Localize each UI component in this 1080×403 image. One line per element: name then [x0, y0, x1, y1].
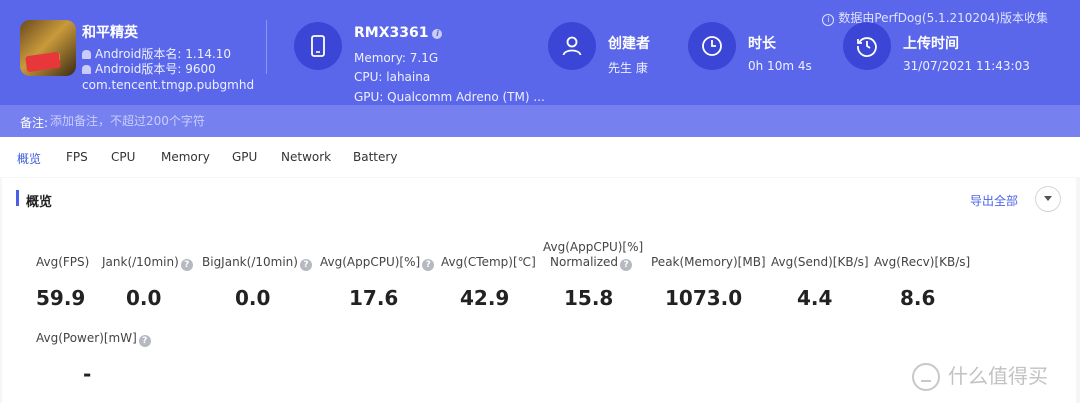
tab-overview[interactable]: 概览 — [17, 150, 41, 167]
metric-label-avg-fps: Avg(FPS) — [36, 255, 90, 269]
metric-value-avg-recv: 8.6 — [900, 286, 936, 310]
android-icon — [82, 50, 91, 59]
metric-value-peak-memory: 1073.0 — [665, 286, 743, 310]
metric-value-avg-fps: 59.9 — [36, 286, 86, 310]
device-memory: Memory: 7.1G — [354, 51, 439, 65]
collapse-button[interactable] — [1035, 186, 1061, 212]
metric-value-avg-send: 4.4 — [797, 286, 833, 310]
metric-label-avg-ctemp: Avg(CTemp)[℃] — [441, 255, 536, 269]
metric-value-normalized: 15.8 — [564, 286, 614, 310]
metric-value-avg-appcpu: 17.6 — [349, 286, 399, 310]
overview-title: 概览 — [26, 195, 53, 210]
metric-label-avg-appcpu: Avg(AppCPU)[%]? — [320, 255, 435, 271]
metric-label-bigjank: BigJank(/10min)? — [202, 255, 312, 271]
metric-value-jank: 0.0 — [126, 286, 162, 310]
clock-icon — [688, 22, 736, 70]
metric-label-normalized-line1: Avg(AppCPU)[%] — [543, 240, 644, 254]
device-info-icon[interactable]: i — [432, 29, 443, 39]
duration-value: 0h 10m 4s — [748, 59, 812, 73]
app-icon — [20, 20, 76, 76]
metric-label-avg-recv: Avg(Recv)[KB/s] — [874, 255, 971, 269]
phone-icon — [294, 22, 342, 70]
app-version-code: Android版本号: 9600 — [82, 60, 216, 77]
help-icon[interactable]: ? — [299, 259, 312, 271]
info-icon: i — [822, 14, 835, 26]
metric-value-avg-power: - — [83, 362, 92, 386]
duration-title: 时长 — [748, 36, 776, 52]
tab-gpu[interactable]: GPU — [232, 150, 257, 164]
notes-bar: 备注: — [0, 105, 1080, 137]
report-header: i 数据由PerfDog(5.1.210204)版本收集 和平精英 Android… — [0, 0, 1080, 105]
upload-title: 上传时间 — [903, 36, 959, 52]
smzdm-logo-icon — [912, 363, 940, 391]
help-icon[interactable]: ? — [620, 259, 633, 271]
metric-value-avg-ctemp: 42.9 — [460, 286, 510, 310]
metric-label-normalized-line2: Normalized? — [550, 255, 633, 271]
export-all-link[interactable]: 导出全部 — [970, 192, 1018, 209]
notes-input[interactable] — [50, 111, 450, 131]
device-model: RMX3361 i — [354, 25, 443, 41]
tab-network[interactable]: Network — [281, 150, 331, 164]
tab-cpu[interactable]: CPU — [111, 150, 135, 164]
help-icon[interactable]: ? — [138, 335, 151, 347]
device-gpu: GPU: Qualcomm Adreno (TM) ... — [354, 90, 545, 104]
android-icon — [82, 65, 91, 74]
history-icon — [843, 22, 891, 70]
tab-bar: 概览 FPS CPU Memory GPU Network Battery — [0, 137, 1080, 177]
metric-label-avg-power: Avg(Power)[mW]? — [36, 331, 151, 347]
chevron-down-icon — [1044, 196, 1052, 201]
user-icon — [548, 22, 596, 70]
metric-label-peak-memory: Peak(Memory)[MB] — [651, 255, 766, 269]
help-icon[interactable]: ? — [180, 259, 193, 271]
tab-memory[interactable]: Memory — [161, 150, 210, 164]
tab-fps[interactable]: FPS — [66, 150, 88, 164]
metric-label-avg-send: Avg(Send)[KB/s] — [771, 255, 869, 269]
notes-label: 备注: — [20, 116, 49, 130]
app-name: 和平精英 — [82, 25, 138, 41]
device-cpu: CPU: lahaina — [354, 70, 431, 84]
section-accent — [16, 190, 19, 206]
creator-name: 先生 康 — [608, 61, 648, 75]
help-icon[interactable]: ? — [422, 259, 435, 271]
watermark: 什么值得买 — [912, 360, 1048, 391]
tab-battery[interactable]: Battery — [353, 150, 397, 164]
header-divider — [266, 20, 267, 74]
metric-value-bigjank: 0.0 — [235, 286, 271, 310]
app-package: com.tencent.tmgp.pubgmhd — [82, 78, 255, 92]
upload-time: 31/07/2021 11:43:03 — [903, 59, 1030, 73]
metric-label-jank: Jank(/10min)? — [102, 255, 193, 271]
creator-title: 创建者 — [608, 36, 650, 52]
